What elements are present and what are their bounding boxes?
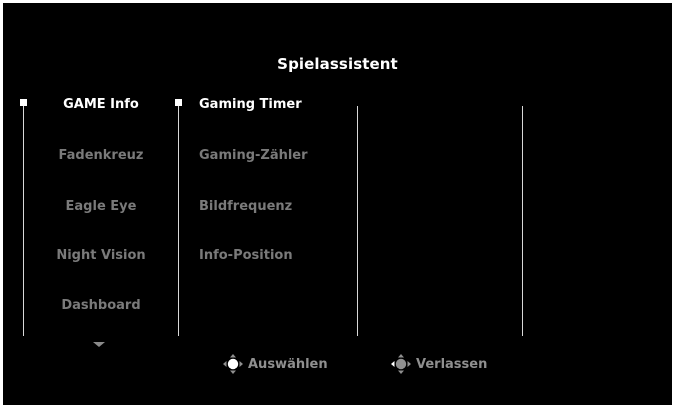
- osd-menu: Spielassistent GAME Info Fadenkreuz Eagl…: [3, 3, 672, 405]
- column-divider: [522, 106, 523, 336]
- menu-item-fadenkreuz[interactable]: Fadenkreuz: [31, 148, 171, 164]
- column-divider: [357, 106, 358, 336]
- selection-marker: [175, 99, 182, 106]
- menu-item-eagle-eye[interactable]: Eagle Eye: [31, 199, 171, 215]
- menu-item-game-info[interactable]: GAME Info: [31, 97, 171, 113]
- menu-item-dashboard[interactable]: Dashboard: [31, 298, 171, 314]
- column-divider: [178, 106, 179, 336]
- submenu-item-gaming-timer[interactable]: Gaming Timer: [199, 97, 302, 113]
- menu-title: Spielassistent: [277, 55, 398, 73]
- submenu-item-bildfrequenz[interactable]: Bildfrequenz: [199, 199, 292, 215]
- select-hint-label: Auswählen: [248, 356, 328, 372]
- exit-hint: Verlassen: [389, 352, 487, 376]
- selection-marker: [20, 99, 27, 106]
- triangle-down-icon[interactable]: [93, 342, 105, 347]
- joystick-press-icon: [221, 352, 245, 376]
- menu-item-night-vision[interactable]: Night Vision: [31, 248, 171, 264]
- joystick-left-icon: [389, 352, 413, 376]
- select-hint: Auswählen: [221, 352, 328, 376]
- exit-hint-label: Verlassen: [416, 356, 488, 372]
- submenu-item-info-position[interactable]: Info-Position: [199, 248, 293, 264]
- column-divider: [23, 106, 24, 336]
- submenu-item-gaming-zaehler[interactable]: Gaming-Zähler: [199, 148, 308, 164]
